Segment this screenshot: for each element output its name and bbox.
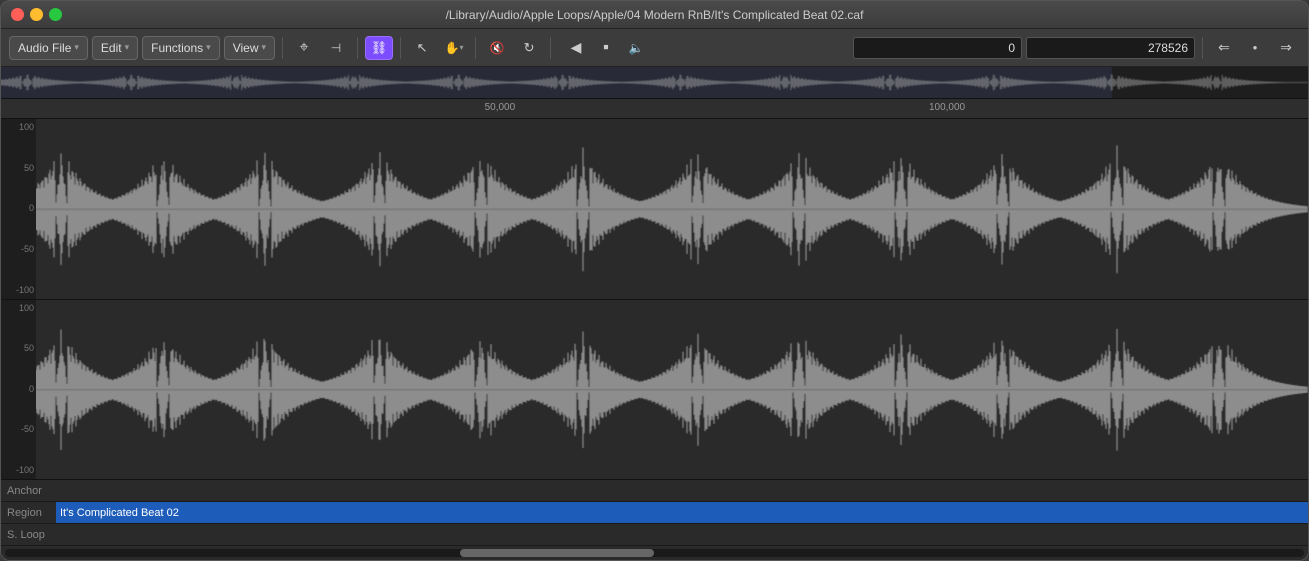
trim-tool-button[interactable]: ⊣ [322,36,350,60]
ruler: 50,000 100,000 [1,99,1308,119]
ruler-marker-100k: 100,000 [929,102,965,113]
waveform-channel-1[interactable]: 100 50 0 -50 -100 [1,119,1308,300]
mute-icon: 🔇 [490,41,505,55]
position-field[interactable] [853,37,1022,59]
rewind-button[interactable]: ◀ [562,36,590,60]
anchor-row: Anchor [1,480,1308,502]
audio-file-label: Audio File [18,41,71,55]
amp-50-top-2: 50 [3,344,34,353]
loop-button[interactable]: ↻ [515,36,543,60]
stop-icon: ⏹ [604,42,609,53]
volume-icon: 🔈 [629,41,644,55]
maximize-button[interactable] [49,8,62,21]
view-chevron-icon: ▾ [261,42,266,53]
amplitude-labels-1: 100 50 0 -50 -100 [1,119,36,299]
audio-file-menu[interactable]: Audio File ▾ [9,36,88,60]
sloop-row: S. Loop [1,524,1308,546]
position-display [853,37,1195,59]
volume-icon-btn[interactable]: 🔈 [622,36,650,60]
transport-group: ◀ ⏹ 🔈 [562,36,650,60]
scrollbar-row[interactable] [1,546,1308,560]
main-window: /Library/Audio/Apple Loops/Apple/04 Mode… [0,0,1309,561]
zoom-in-button[interactable]: ⇒ [1272,36,1300,60]
amp-100-bot-1: -100 [3,286,34,295]
mute-button[interactable]: 🔇 [483,36,511,60]
functions-chevron-icon: ▾ [206,42,211,53]
sep-6 [1202,37,1203,59]
view-menu[interactable]: View ▾ [224,36,275,60]
scrollbar-thumb[interactable] [460,549,655,557]
edit-label: Edit [101,41,122,55]
toolbar: Audio File ▾ Edit ▾ Functions ▾ View ▾ ⌖… [1,29,1308,67]
sep-1 [282,37,283,59]
waveform-area: 100 50 0 -50 -100 100 50 0 -50 -100 [1,119,1308,479]
overview-bar[interactable] [1,67,1308,99]
split-icon: ⌖ [300,39,309,57]
length-field[interactable] [1026,37,1195,59]
amp-50-bot-1: -50 [3,245,34,254]
pointer-tool-button[interactable]: ↖ [408,36,436,60]
anchor-label: Anchor [1,485,56,497]
scrollbar-track[interactable] [5,549,1304,557]
zoom-dot-icon: ● [1253,43,1258,52]
amp-0-1: 0 [3,204,34,213]
amp-100-top-1: 100 [3,123,34,132]
sep-2 [357,37,358,59]
close-button[interactable] [11,8,24,21]
split-tool-button[interactable]: ⌖ [290,36,318,60]
waveform-channel-2[interactable]: 100 50 0 -50 -100 [1,300,1308,480]
zoom-out-button[interactable]: ⇐ [1210,36,1238,60]
pointer-icon: ↖ [417,40,428,56]
hand-chevron-icon: ▾ [459,43,463,52]
waveform-canvas-1 [36,119,1308,299]
info-bar: Anchor Region It's Complicated Beat 02 S… [1,479,1308,560]
zoom-controls: ⇐ ● ⇒ [1210,36,1300,60]
link-button[interactable]: ⛓ [365,36,393,60]
amp-50-bot-2: -50 [3,425,34,434]
sloop-label: S. Loop [1,529,56,541]
region-value: It's Complicated Beat 02 [56,502,1308,523]
hand-tool-button[interactable]: ✋ ▾ [440,36,468,60]
zoom-out-icon: ⇐ [1218,39,1230,56]
sep-4 [475,37,476,59]
window-title: /Library/Audio/Apple Loops/Apple/04 Mode… [446,8,864,22]
view-label: View [233,41,259,55]
ruler-marker-50k: 50,000 [485,102,516,113]
overview-canvas [1,67,1308,98]
rewind-icon: ◀ [571,39,582,56]
sep-5 [550,37,551,59]
link-icon: ⛓ [371,40,388,56]
stop-button[interactable]: ⏹ [592,36,620,60]
window-controls [11,8,62,21]
audio-file-chevron-icon: ▾ [74,42,79,53]
zoom-dot-button[interactable]: ● [1241,36,1269,60]
functions-menu[interactable]: Functions ▾ [142,36,220,60]
zoom-in-icon: ⇒ [1280,39,1292,56]
loop-icon: ↻ [524,40,535,56]
amp-50-top-1: 50 [3,164,34,173]
amp-0-2: 0 [3,385,34,394]
edit-menu[interactable]: Edit ▾ [92,36,138,60]
region-label: Region [1,507,56,519]
waveform-canvas-2 [36,300,1308,480]
trim-icon: ⊣ [331,41,341,55]
sep-3 [400,37,401,59]
edit-chevron-icon: ▾ [125,42,130,53]
region-row: Region It's Complicated Beat 02 [1,502,1308,524]
functions-label: Functions [151,41,203,55]
minimize-button[interactable] [30,8,43,21]
amp-100-top-2: 100 [3,304,34,313]
amp-100-bot-2: -100 [3,466,34,475]
title-bar: /Library/Audio/Apple Loops/Apple/04 Mode… [1,1,1308,29]
amplitude-labels-2: 100 50 0 -50 -100 [1,300,36,480]
hand-icon: ✋ [445,41,460,55]
